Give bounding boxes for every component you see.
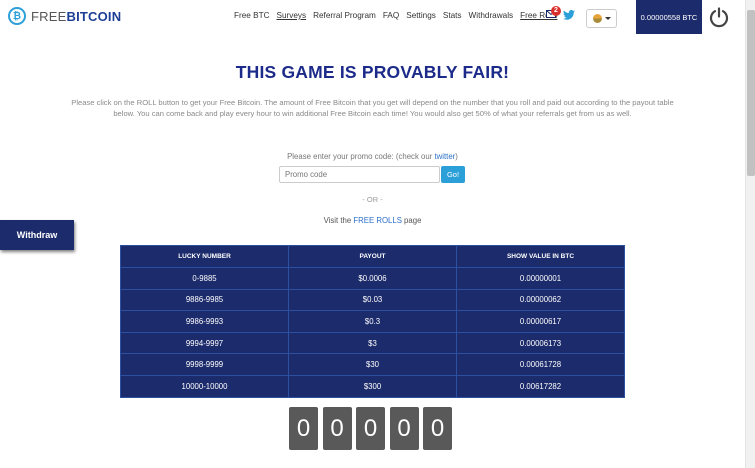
- lucky-number-cell: 9986-9993: [120, 310, 289, 333]
- payout-cell: $3: [288, 331, 457, 355]
- page-scrollbar[interactable]: [745, 0, 755, 468]
- lucky-number-cell: 10000-10000: [120, 374, 289, 398]
- scrollbar-thumb[interactable]: [747, 10, 755, 176]
- payout-cell: $30: [288, 353, 457, 376]
- payout-table: LUCKY NUMBER PAYOUT SHOW VALUE IN BTC 0-…: [120, 245, 625, 398]
- roll-digits: 0 0 0 0 0: [289, 407, 457, 450]
- table-row: 9998-9999 $30 0.00061728: [120, 353, 625, 376]
- payout-cell: $0.03: [288, 288, 457, 312]
- payout-cell: $0.0006: [288, 267, 457, 290]
- table-row: 9986-9993 $0.3 0.00000617: [120, 310, 625, 333]
- roll-digit: 0: [289, 407, 318, 450]
- flag-icon: [592, 14, 602, 23]
- logo-text: FREEBITCOIN: [31, 9, 121, 24]
- visit-suffix: page: [401, 216, 422, 225]
- header-payout: PAYOUT: [288, 245, 457, 268]
- header-lucky-number: LUCKY NUMBER: [120, 245, 289, 268]
- btc-value-cell: 0.00000001: [456, 267, 625, 290]
- table-row: 9994-9997 $3 0.00006173: [120, 331, 625, 355]
- btc-value-cell: 0.00617282: [456, 374, 625, 398]
- chevron-down-icon: [604, 17, 611, 20]
- power-icon[interactable]: [708, 6, 730, 28]
- payout-cell: $300: [288, 374, 457, 398]
- lucky-number-cell: 9994-9997: [120, 331, 289, 355]
- lucky-number-cell: 9886-9985: [120, 288, 289, 312]
- promo-label-prefix: Please enter your promo code: (check our: [287, 152, 435, 161]
- btc-balance: 0.00000558 BTC: [636, 0, 702, 34]
- free-rolls-link[interactable]: FREE ROLLS: [353, 216, 402, 225]
- payout-cell: $0.3: [288, 310, 457, 333]
- roll-digit: 0: [322, 407, 352, 450]
- visit-free-rolls: Visit the FREE ROLLS page: [0, 216, 745, 225]
- btc-value-cell: 0.00000617: [456, 310, 625, 333]
- mail-count-badge: 2: [551, 6, 561, 16]
- nav-faq[interactable]: FAQ: [383, 11, 399, 20]
- nav-surveys[interactable]: Surveys: [277, 11, 307, 20]
- nav-free-btc[interactable]: Free BTC: [234, 11, 270, 20]
- roll-digit: 0: [423, 407, 452, 450]
- main-nav: Free BTC Surveys Referral Program FAQ Se…: [234, 11, 564, 20]
- logo-bitcoin-text: BITCOIN: [66, 8, 122, 24]
- twitter-icon[interactable]: [563, 10, 575, 20]
- promo-code-input[interactable]: [279, 166, 440, 183]
- table-row: 10000-10000 $300 0.00617282: [120, 374, 625, 398]
- lucky-number-cell: 0-9885: [120, 267, 289, 290]
- twitter-link[interactable]: twitter: [434, 152, 455, 161]
- table-header-row: LUCKY NUMBER PAYOUT SHOW VALUE IN BTC: [120, 245, 625, 268]
- language-select[interactable]: [586, 9, 617, 28]
- site-logo[interactable]: ₿ FREEBITCOIN: [8, 7, 121, 25]
- lucky-number-cell: 9998-9999: [120, 353, 289, 376]
- or-separator: - OR -: [362, 195, 383, 204]
- page-description: Please click on the ROLL button to get y…: [71, 98, 674, 118]
- promo-label: Please enter your promo code: (check our…: [0, 152, 745, 161]
- btc-value-cell: 0.00006173: [456, 331, 625, 355]
- nav-settings[interactable]: Settings: [406, 11, 436, 20]
- table-row: 0-9885 $0.0006 0.00000001: [120, 267, 625, 290]
- btc-value-cell: 0.00061728: [456, 353, 625, 376]
- header-show-value-btc[interactable]: SHOW VALUE IN BTC: [456, 245, 625, 268]
- btc-value-cell: 0.00000062: [456, 288, 625, 312]
- nav-referral-program[interactable]: Referral Program: [313, 11, 376, 20]
- roll-digit: 0: [389, 407, 419, 450]
- visit-prefix: Visit the: [323, 216, 354, 225]
- table-row: 9886-9985 $0.03 0.00000062: [120, 288, 625, 312]
- logo-free-text: FREE: [31, 8, 67, 24]
- withdraw-button[interactable]: Withdraw: [0, 220, 74, 250]
- promo-label-suffix: ): [455, 152, 458, 161]
- page-title: THIS GAME IS PROVABLY FAIR!: [235, 62, 510, 82]
- promo-go-button[interactable]: Go!: [441, 166, 465, 183]
- nav-stats[interactable]: Stats: [443, 11, 462, 20]
- nav-withdrawals[interactable]: Withdrawals: [469, 11, 514, 20]
- top-header: ₿ FREEBITCOIN Free BTC Surveys Referral …: [0, 0, 745, 34]
- bitcoin-logo-icon: ₿: [8, 7, 26, 25]
- roll-digit: 0: [356, 407, 385, 450]
